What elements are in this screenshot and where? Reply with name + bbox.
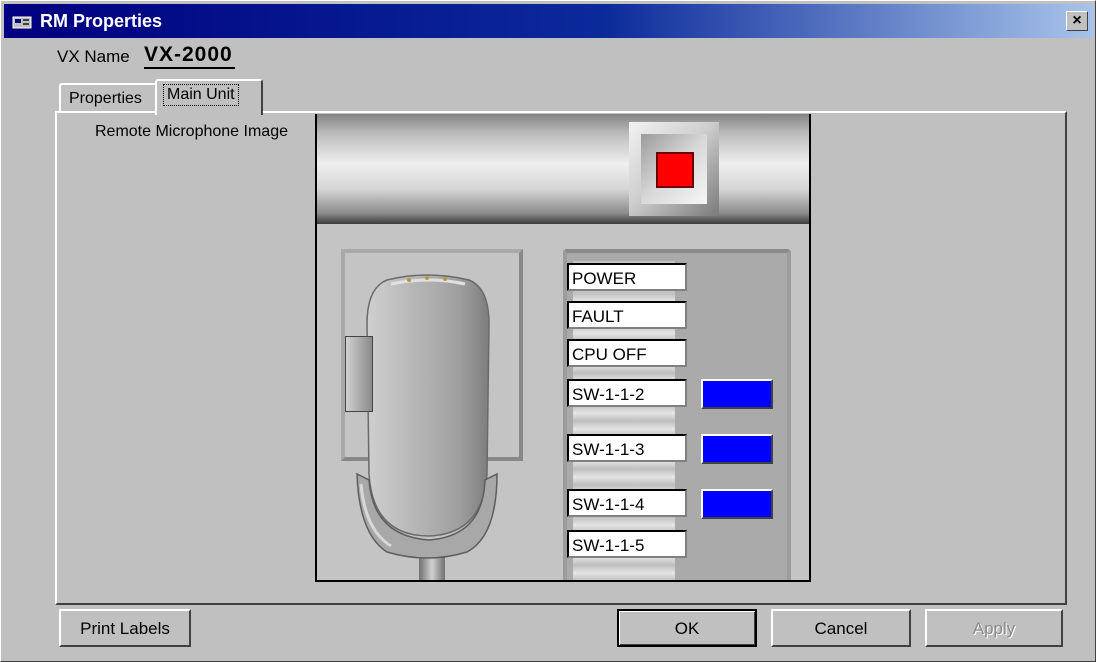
sw-1-1-4-led[interactable] bbox=[701, 489, 773, 519]
tab-properties-label: Properties bbox=[69, 90, 142, 107]
remote-microphone-image-label: Remote Microphone Image bbox=[95, 123, 288, 140]
title-bar[interactable]: RM Properties × bbox=[4, 4, 1094, 38]
window-title: RM Properties bbox=[40, 11, 163, 31]
microphone-icon bbox=[356, 274, 498, 580]
label-field-sw-1-1-4[interactable]: SW-1-1-4 bbox=[567, 489, 687, 517]
tab-main-unit-label: Main Unit bbox=[163, 84, 239, 106]
indicator-housing bbox=[629, 122, 719, 216]
tab-main-unit[interactable]: Main Unit bbox=[155, 79, 263, 115]
sw-1-1-2-led[interactable] bbox=[701, 379, 773, 409]
tab-properties[interactable]: Properties bbox=[59, 83, 157, 113]
label-field-fault[interactable]: FAULT bbox=[567, 301, 687, 329]
label-field-sw-1-1-2[interactable]: SW-1-1-2 bbox=[567, 379, 687, 407]
mic-top-bar bbox=[317, 114, 809, 224]
cancel-button[interactable]: Cancel bbox=[771, 609, 911, 647]
rm-properties-dialog: RM Properties × VX Name VX-2000 Properti… bbox=[0, 0, 1096, 662]
label-field-sw-1-1-5[interactable]: SW-1-1-5 bbox=[567, 530, 687, 558]
label-field-sw-1-1-3[interactable]: SW-1-1-3 bbox=[567, 434, 687, 462]
sw-1-1-3-led[interactable] bbox=[701, 434, 773, 464]
print-labels-button[interactable]: Print Labels bbox=[59, 609, 191, 647]
red-indicator-button[interactable] bbox=[656, 152, 694, 188]
close-button[interactable]: × bbox=[1066, 11, 1088, 31]
microphone-ptt-switch bbox=[345, 336, 373, 412]
label-field-power[interactable]: POWER bbox=[567, 263, 687, 291]
label-field-cpu-off[interactable]: CPU OFF bbox=[567, 339, 687, 367]
vx-name-label: VX Name bbox=[57, 47, 130, 66]
app-icon bbox=[12, 16, 32, 29]
vx-name-value: VX-2000 bbox=[144, 43, 235, 69]
apply-button[interactable]: Apply bbox=[925, 609, 1063, 647]
ok-button[interactable]: OK bbox=[617, 609, 757, 647]
